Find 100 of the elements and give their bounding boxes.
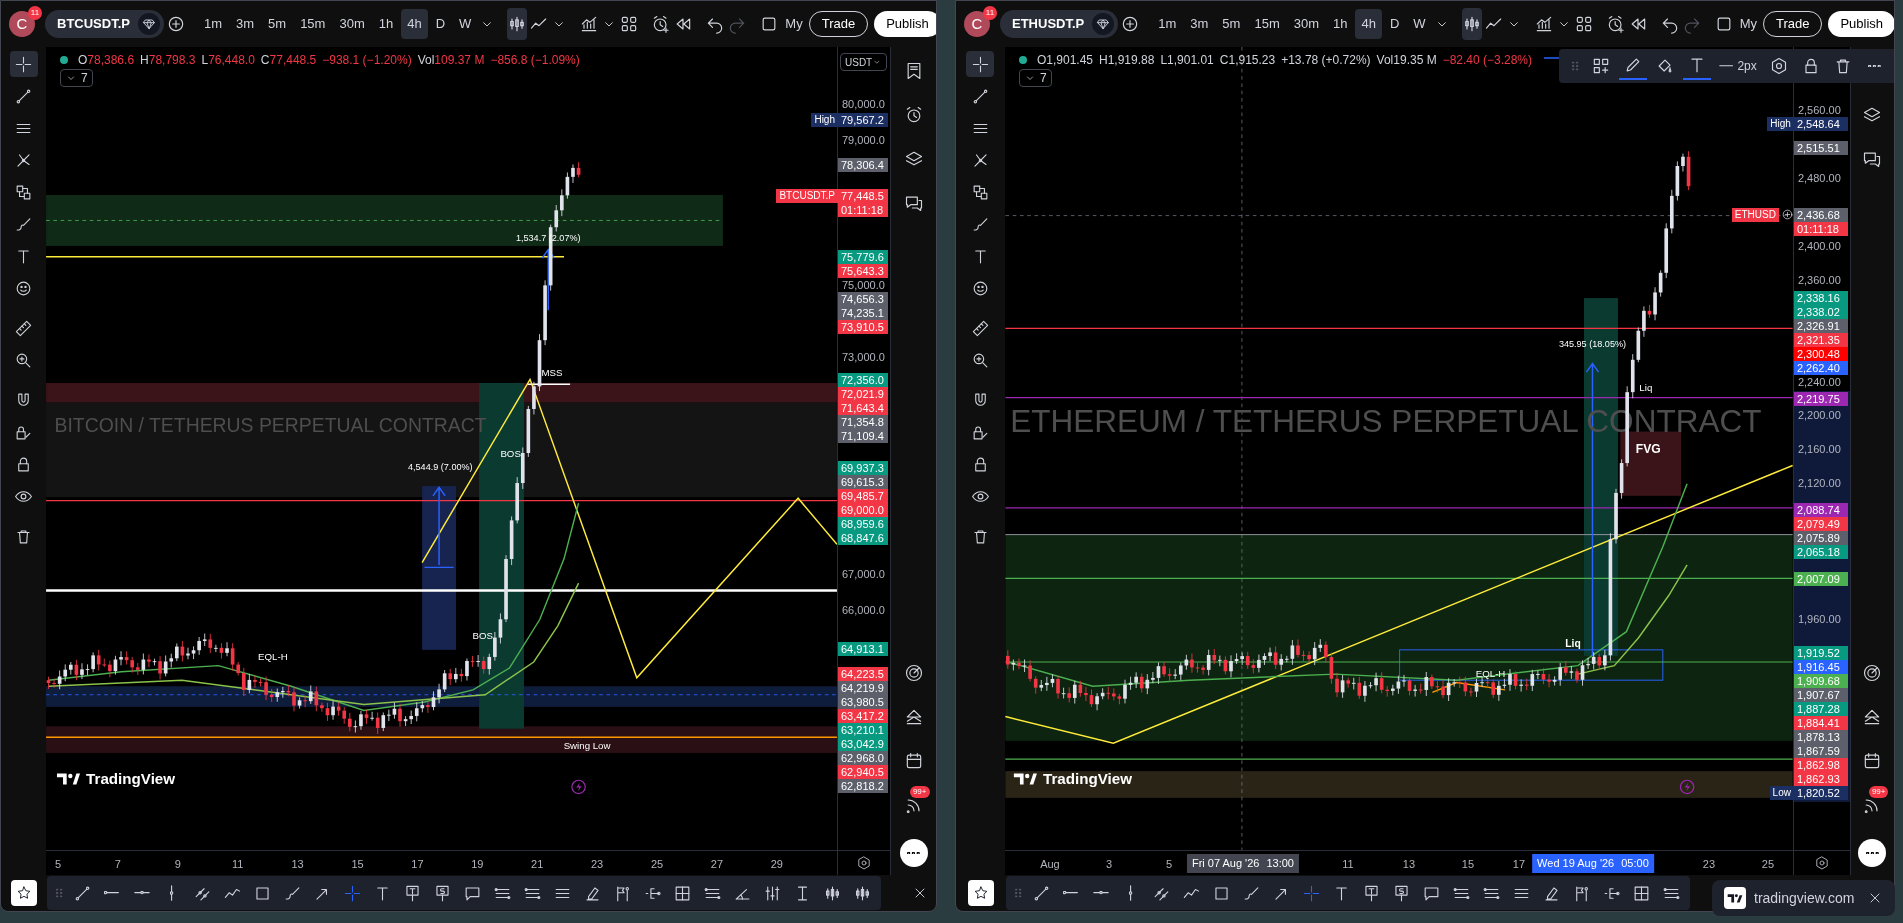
chart-label: FVG [1635,442,1661,457]
publish-button[interactable]: Publish [1828,11,1894,37]
price-label: 78,306.4 [838,158,888,173]
chart-label: 345.95 (18.05%) [1558,338,1626,349]
price-label: 64,223.5 [838,667,888,682]
price-label: 1,909.68 [1793,674,1848,689]
price-label: 69,937.3 [838,460,888,475]
chart-label: MSS [541,366,563,378]
collapse-indicators-button[interactable]: 7 [60,69,93,87]
price-label: 1,878.13 [1793,730,1848,745]
price-label: 74,656.3 [838,291,888,306]
symbol-price-tag: BTCUSDT.P [776,189,838,204]
interval-tab[interactable]: 30m [1287,9,1325,39]
interval-tab[interactable]: 1m [197,9,228,39]
toast-text: tradingview.com [1754,888,1855,908]
chart-label: 4,544.9 (7.00%) [408,462,473,473]
price-tick: 66,000.0 [842,602,885,617]
layout-name-button[interactable]: My [781,14,807,34]
interval-tab[interactable]: 30m [333,9,371,39]
chart-label: BOS [472,629,493,641]
interval-tab[interactable]: D [1383,9,1406,39]
price-label: 1,916.45 [1793,660,1848,675]
time-tick: 7 [114,857,121,872]
chart-label: BOS [500,448,521,459]
interval-tab[interactable]: 15m [1248,9,1286,39]
legend-value: −856.8 (−1.09%) [490,52,580,69]
time-tick: Aug [1040,857,1060,872]
time-tick: 15 [1461,857,1475,872]
price-tick: 2,360.00 [1797,272,1841,287]
line-width-button[interactable]: 2px [1715,52,1761,80]
price-label: 2,321.35 [1793,333,1848,348]
layout-name-button[interactable]: My [1735,14,1761,34]
interval-tab[interactable]: 5m [262,9,293,39]
interval-tab[interactable]: 5m [1216,9,1247,39]
time-tick: 9 [174,857,181,872]
news-feed-button[interactable]: 99+ [1856,789,1889,821]
interval-tab[interactable]: 3m [230,9,261,39]
collapse-indicators-button[interactable]: 7 [1018,69,1052,87]
time-tick: 21 [531,857,544,872]
price-label: 1,862.98 [1793,758,1848,773]
legend-value: H1,919.88 [1099,52,1155,69]
currency-dropdown[interactable]: USDT [840,53,887,71]
notification-count: 11 [983,6,997,20]
chart-label: Liq [1639,382,1653,394]
publish-button[interactable]: Publish [874,11,936,37]
price-tick: 67,000.0 [842,566,885,581]
legend-value: Vol19.35 M [1376,52,1437,69]
high-price-label: 79,567.2 [838,112,888,127]
symbol-search-button[interactable]: ETHUSDT.P [1000,10,1119,38]
symbol-search-button[interactable]: BTCUSDT.P [45,10,164,38]
time-tick: 25 [1761,857,1775,872]
price-label: 2,436.68 [1793,207,1848,222]
time-tick: 13 [291,857,304,872]
legend-value: +13.78 (+0.72%) [1281,52,1371,69]
time-text: 05:00 [1621,856,1649,872]
interval-tab[interactable]: 1h [372,9,400,39]
legend-value: L1,901.01 [1160,52,1214,69]
time-tick: 17 [411,857,424,872]
time-tick: 29 [770,857,783,872]
notification-count: 11 [28,6,42,20]
legend-value: −82.40 (−3.28%) [1442,52,1533,69]
price-label: 1,919.52 [1793,646,1848,661]
legend-value: C1,915.23 [1219,52,1276,69]
price-label: 1,884.41 [1793,716,1848,731]
price-tick: 73,000.0 [842,349,885,364]
price-label: 71,643.4 [838,401,888,416]
interval-tab[interactable]: 4h [401,9,428,39]
price-label: 63,980.5 [838,695,888,710]
price-tick: 75,000.0 [842,277,885,292]
interval-tab[interactable]: W [1407,9,1432,39]
price-label: 63,042.9 [838,737,888,752]
price-tick: 2,400.00 [1797,238,1841,253]
price-label: 63,417.2 [838,709,888,724]
price-label: 62,818.2 [838,779,888,794]
interval-tab[interactable]: 3m [1184,9,1215,39]
interval-tab[interactable]: 1h [1327,9,1354,39]
price-tick: 2,240.00 [1797,375,1841,390]
price-label: 75,779.6 [838,249,888,264]
chart-label: Swing Low [563,740,611,752]
price-label: 2,326.91 [1793,319,1848,334]
notification-count: 99+ [909,786,930,798]
price-label: 77,448.5 [838,189,888,204]
symbol-watermark: BITCOIN / TETHERUS PERPETUAL CONTRACT [54,413,487,436]
legend-value: C77,448.5 [260,52,317,69]
interval-tab[interactable]: W [453,9,478,39]
interval-tab[interactable]: 4h [1355,9,1382,39]
time-tick: 27 [710,857,723,872]
price-label: 2,515.51 [1793,140,1848,155]
interval-tab[interactable]: D [429,9,452,39]
price-label: 62,940.5 [838,765,888,780]
legend-value: L76,448.0 [201,52,255,69]
news-feed-button[interactable]: 99+ [897,789,930,821]
time-tick: 25 [650,857,664,872]
low-price-label: 1,820.52 [1793,786,1848,801]
chart-label: EQL-H [1475,667,1506,679]
date-text: Fri 07 Aug '26 [1191,856,1260,872]
interval-tab[interactable]: 1m [1152,9,1183,39]
interval-tab[interactable]: 15m [294,9,332,39]
legend-value: Vol109.37 M [417,52,485,69]
price-tick: 2,160.00 [1797,442,1841,457]
